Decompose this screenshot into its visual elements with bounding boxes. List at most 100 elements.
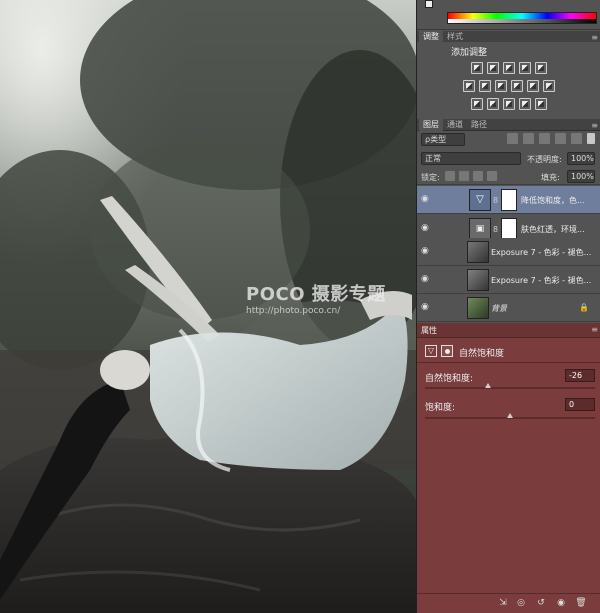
mask-icon[interactable] <box>441 345 453 357</box>
filter-smart-icon[interactable] <box>571 133 582 144</box>
adjustment-row-3 <box>417 98 600 110</box>
saturation-label: 饱和度: <box>425 403 456 413</box>
properties-panel: 属性 ≡ ▽ 自然饱和度 自然饱和度: -26 饱和度: 0 ⇲ ◎ ↺ ◉ 🗑 <box>417 323 600 613</box>
channel-mixer-icon[interactable] <box>527 80 539 92</box>
layer-mask-thumb[interactable] <box>501 218 517 240</box>
color-swatch[interactable] <box>425 0 433 8</box>
eye-icon[interactable]: ◉ <box>421 195 433 204</box>
gradient-map-icon[interactable] <box>535 98 547 110</box>
opacity-input[interactable]: 100% <box>567 152 595 165</box>
lock-icon: 🔒 <box>579 303 589 312</box>
vibrance-slider[interactable] <box>425 383 595 389</box>
fill-label: 填充: <box>541 173 560 182</box>
properties-header: ▽ 自然饱和度 <box>417 339 600 363</box>
vibrance-icon: ▽ <box>425 345 437 357</box>
photo-canvas[interactable]: POCO 摄影专题 http://photo.poco.cn/ <box>0 0 416 613</box>
properties-title: 自然饱和度 <box>459 349 505 359</box>
panel-menu-icon[interactable]: ≡ <box>591 33 598 42</box>
layer-kind-filter[interactable]: ρ类型 <box>421 133 465 146</box>
brightness-icon[interactable] <box>471 62 483 74</box>
blend-mode-select[interactable]: 正常 <box>421 152 521 165</box>
layer-row[interactable]: ◉ Exposure 7 - 色彩 - 褪色... <box>417 238 600 266</box>
layer-row[interactable]: ◉ Exposure 7 - 色彩 - 褪色... <box>417 266 600 294</box>
layer-row[interactable]: ◉ ▽ 8 降低饱和度，色... <box>417 186 600 214</box>
tab-channels[interactable]: 通道 <box>443 119 467 131</box>
exposure-icon[interactable] <box>519 62 531 74</box>
properties-menu-icon[interactable]: ≡ <box>591 325 598 334</box>
color-lookup-icon[interactable] <box>543 80 555 92</box>
watermark: POCO 摄影专题 http://photo.poco.cn/ <box>246 280 386 316</box>
adjustment-row-1 <box>417 62 600 74</box>
layer-name: Exposure 7 - 色彩 - 褪色... <box>491 248 592 257</box>
filter-toggle-icon[interactable] <box>587 133 595 144</box>
eye-icon[interactable]: ◉ <box>421 303 433 312</box>
layer-thumbnail <box>467 297 489 319</box>
color-balance-icon[interactable] <box>479 80 491 92</box>
right-panel-dock: 调整 样式 ≡ 添加调整 图层 通道 路径 ≡ ρ类型 正常 不透明度: 100… <box>416 0 600 613</box>
color-spectrum[interactable] <box>447 12 597 24</box>
saturation-input[interactable]: 0 <box>565 398 595 411</box>
layers-tabbar: 图层 通道 路径 ≡ <box>417 119 600 131</box>
eye-icon[interactable]: ◉ <box>421 224 433 233</box>
eye-icon[interactable]: ◉ <box>421 275 433 284</box>
black-white-icon[interactable] <box>495 80 507 92</box>
layer-mask-thumb[interactable] <box>501 189 517 211</box>
eye-icon[interactable]: ◉ <box>421 247 433 256</box>
layer-thumbnail <box>467 269 489 291</box>
layer-name: Exposure 7 - 色彩 - 褪色... <box>491 276 592 285</box>
blend-row: 正常 不透明度: 100% <box>417 150 600 167</box>
fill-input[interactable]: 100% <box>567 170 595 183</box>
levels-icon[interactable] <box>487 62 499 74</box>
filter-shape-icon[interactable] <box>555 133 566 144</box>
layer-name: 肤色红透，环境... <box>521 225 585 234</box>
reset-icon[interactable]: ↺ <box>535 598 547 609</box>
selective-color-icon[interactable] <box>519 98 531 110</box>
view-previous-icon[interactable]: ◎ <box>515 598 527 609</box>
link-icon: 8 <box>493 225 499 234</box>
layer-name: 背景 <box>491 304 507 313</box>
vibrance-icon[interactable] <box>535 62 547 74</box>
layers-filter-bar: ρ类型 <box>417 131 600 148</box>
filter-adjustment-icon[interactable] <box>523 133 534 144</box>
delete-icon[interactable]: 🗑 <box>575 598 587 609</box>
filter-pixel-icon[interactable] <box>507 133 518 144</box>
saturation-slider-thumb[interactable] <box>507 413 513 418</box>
adjustment-row-2 <box>417 80 600 92</box>
hue-saturation-icon[interactable] <box>463 80 475 92</box>
layer-thumbnail <box>467 241 489 263</box>
watermark-url: http://photo.poco.cn/ <box>246 306 341 316</box>
tab-layers[interactable]: 图层 <box>419 119 443 131</box>
watermark-brand: POCO 摄影专题 <box>246 284 386 305</box>
visibility-icon[interactable]: ◉ <box>555 598 567 609</box>
posterize-icon[interactable] <box>487 98 499 110</box>
adjustments-title: 添加调整 <box>451 48 488 58</box>
photo-filter-icon[interactable] <box>511 80 523 92</box>
saturation-slider[interactable] <box>425 413 595 419</box>
lock-transparent-icon[interactable] <box>445 171 455 181</box>
properties-tabbar: 属性 ≡ <box>417 323 600 338</box>
filter-type-icon[interactable] <box>539 133 550 144</box>
vibrance-adjustment-icon: ▽ <box>469 189 491 211</box>
invert-icon[interactable] <box>471 98 483 110</box>
link-icon: 8 <box>493 196 499 205</box>
lock-pixels-icon[interactable] <box>459 171 469 181</box>
layer-name: 降低饱和度，色... <box>521 196 585 205</box>
lock-label: 锁定: <box>421 173 440 182</box>
curves-adjustment-icon: ▣ <box>469 218 491 240</box>
lock-row: 锁定: 填充: 100% <box>417 168 600 185</box>
lock-position-icon[interactable] <box>473 171 483 181</box>
clip-to-layer-icon[interactable]: ⇲ <box>497 598 509 609</box>
curves-icon[interactable] <box>503 62 515 74</box>
tab-paths[interactable]: 路径 <box>467 119 491 131</box>
vibrance-slider-thumb[interactable] <box>484 383 491 388</box>
layers-menu-icon[interactable]: ≡ <box>591 121 598 130</box>
lock-all-icon[interactable] <box>487 171 497 181</box>
tab-properties[interactable]: 属性 <box>421 325 437 336</box>
opacity-label: 不透明度: <box>527 155 562 164</box>
threshold-icon[interactable] <box>503 98 515 110</box>
vibrance-label: 自然饱和度: <box>425 374 474 384</box>
layer-row[interactable]: ◉ 背景 🔒 <box>417 294 600 322</box>
properties-footer: ⇲ ◎ ↺ ◉ 🗑 <box>417 593 600 613</box>
vibrance-input[interactable]: -26 <box>565 369 595 382</box>
color-panel <box>417 0 600 30</box>
